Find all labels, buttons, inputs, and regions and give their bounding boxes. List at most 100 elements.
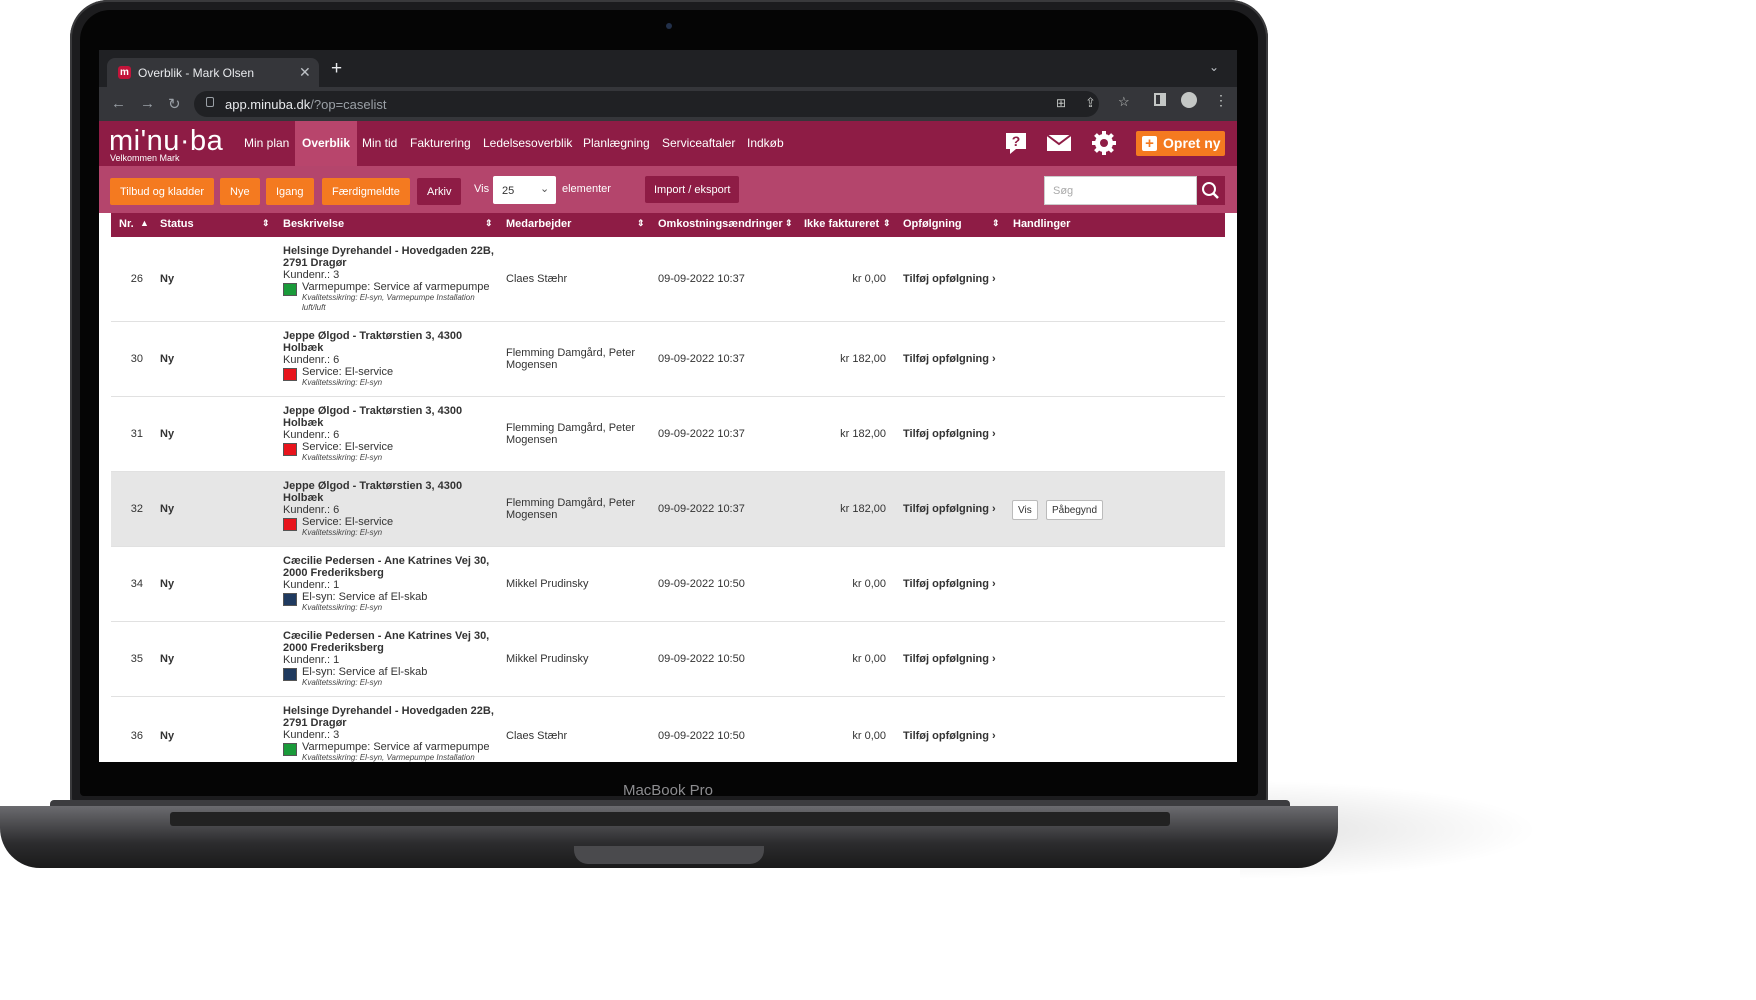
sort-icon[interactable]: ⇕ (637, 218, 645, 229)
sort-icon[interactable]: ⇕ (883, 218, 891, 229)
chevron-right-icon: › (992, 578, 996, 590)
nav-min-plan[interactable]: Min plan (244, 136, 289, 150)
address-bar[interactable]: app.minuba.dk/?op=caselist ⊞ ⇪ (194, 91, 1099, 117)
service-color-swatch (283, 518, 297, 531)
nav-min-tid[interactable]: Min tid (362, 136, 397, 150)
nav-serviceaftaler[interactable]: Serviceaftaler (662, 136, 735, 150)
customer-address: Cæcilie Pedersen - Ane Katrines Vej 30, 2… (283, 555, 490, 579)
browser-window: m Overblik - Mark Olsen ✕ + ⌄ ← → ↻ app.… (99, 50, 1237, 762)
col-beskrivelse[interactable]: Beskrivelse (283, 218, 344, 230)
reload-icon[interactable]: ↻ (168, 95, 181, 113)
col-status[interactable]: Status (160, 218, 194, 230)
case-description[interactable]: Cæcilie Pedersen - Ane Katrines Vej 30, 2… (283, 630, 498, 688)
add-followup-link[interactable]: Tilføj opfølgning › (903, 503, 996, 515)
nav-fakturering[interactable]: Fakturering (410, 136, 471, 150)
forward-arrow-icon[interactable]: → (140, 95, 155, 112)
add-followup-link[interactable]: Tilføj opfølgning › (903, 730, 996, 742)
case-description[interactable]: Helsinge Dyrehandel - Hovedgaden 22B, 279… (283, 245, 498, 313)
quality-assurance: Kvalitetssikring: El-syn (302, 453, 383, 462)
service-color-swatch (283, 368, 297, 381)
share-icon[interactable]: ⇪ (1085, 95, 1096, 111)
service-color-swatch (283, 443, 297, 456)
nav-ledelsesoverblik[interactable]: Ledelsesoverblik (483, 136, 572, 150)
sort-asc-icon[interactable]: ▲ (140, 218, 149, 228)
quality-assurance: Kvalitetssikring: El-syn (302, 678, 383, 687)
not-invoiced-amount: kr 0,00 (852, 730, 886, 742)
table-row[interactable]: 30 Ny Jeppe Ølgod - Traktørstien 3, 4300 Ho… (111, 322, 1225, 397)
search-input[interactable]: Søg (1044, 176, 1197, 205)
service-name: Service: El-service (302, 516, 394, 528)
add-followup-link[interactable]: Tilføj opfølgning › (903, 353, 996, 365)
side-panel-icon[interactable] (1154, 93, 1166, 106)
add-followup-link[interactable]: Tilføj opfølgning › (903, 428, 996, 440)
help-icon[interactable]: ? (1002, 129, 1030, 157)
browser-tab[interactable]: m Overblik - Mark Olsen ✕ (107, 58, 319, 87)
case-status: Ny (160, 730, 175, 742)
col-omkostninger[interactable]: Omkostningsændringer (658, 218, 783, 230)
new-tab-icon[interactable]: + (331, 58, 342, 80)
service-line: El-syn: Service af El-skab Kvalitetssikri… (283, 591, 498, 613)
chevron-right-icon: › (992, 503, 996, 515)
table-row[interactable]: 35 Ny Cæcilie Pedersen - Ane Katrines Vej … (111, 622, 1225, 697)
table-row[interactable]: 34 Ny Cæcilie Pedersen - Ane Katrines Vej … (111, 547, 1225, 622)
col-medarbejder[interactable]: Medarbejder (506, 218, 571, 230)
mail-icon[interactable] (1045, 129, 1073, 157)
tab-strip: m Overblik - Mark Olsen ✕ + ⌄ (99, 50, 1237, 87)
sort-icon[interactable]: ⇕ (262, 218, 270, 229)
col-handlinger: Handlinger (1013, 218, 1071, 230)
table-row[interactable]: 36 Ny Helsinge Dyrehandel - Hovedgaden 22B… (111, 697, 1225, 762)
search-icon (1202, 182, 1219, 199)
laptop-mockup: MacBook Pro m Overblik - Mark Olsen ✕ + … (0, 0, 1542, 889)
filter-arkiv-button[interactable]: Arkiv (417, 178, 462, 205)
add-followup-link[interactable]: Tilføj opfølgning › (903, 653, 996, 665)
sort-icon[interactable]: ⇕ (485, 218, 493, 229)
case-description[interactable]: Helsinge Dyrehandel - Hovedgaden 22B, 279… (283, 705, 498, 762)
app-header: mi'nu·ba Velkommen Mark Min plan Overbli… (99, 121, 1237, 166)
filter-tilbud-button[interactable]: Tilbud og kladder (110, 178, 214, 205)
import-export-button[interactable]: Import / eksport (645, 176, 740, 203)
create-new-button[interactable]: + Opret ny (1136, 131, 1225, 156)
close-tab-icon[interactable]: ✕ (299, 64, 311, 81)
filter-faerdigmeldte-button[interactable]: Færdigmeldte (322, 178, 410, 205)
case-description[interactable]: Jeppe Ølgod - Traktørstien 3, 4300 Holbæk… (283, 330, 498, 388)
employee: Flemming Damgård, Peter Mogensen (506, 422, 635, 446)
sort-icon[interactable]: ⇕ (992, 218, 1000, 229)
case-description[interactable]: Jeppe Ølgod - Traktørstien 3, 4300 Holbæk… (283, 480, 498, 538)
translate-icon[interactable]: ⊞ (1056, 96, 1066, 110)
back-arrow-icon[interactable]: ← (111, 95, 126, 112)
table-row[interactable]: 32 Ny Jeppe Ølgod - Traktørstien 3, 4300 Ho… (111, 472, 1225, 547)
nav-indkob[interactable]: Indkøb (747, 136, 784, 150)
gear-icon[interactable] (1090, 129, 1118, 157)
not-invoiced-amount: kr 182,00 (840, 428, 886, 440)
more-menu-icon[interactable]: ⋮ (1214, 92, 1228, 109)
filter-bar: Tilbud og kladder Nye Igang Færdigmeldte… (99, 166, 1237, 213)
filter-igang-button[interactable]: Igang (266, 178, 314, 205)
quality-assurance: Kvalitetssikring: El-syn, Varmepumpe Ins… (302, 293, 475, 312)
add-followup-link[interactable]: Tilføj opfølgning › (903, 273, 996, 285)
case-description[interactable]: Jeppe Ølgod - Traktørstien 3, 4300 Holbæk… (283, 405, 498, 463)
customer-address: Helsinge Dyrehandel - Hovedgaden 22B, 279… (283, 245, 494, 269)
col-opfolgning[interactable]: Opfølgning (903, 218, 962, 230)
camera-icon (666, 23, 672, 29)
table-row[interactable]: 26 Ny Helsinge Dyrehandel - Hovedgaden 22B… (111, 237, 1225, 322)
filter-nye-button[interactable]: Nye (220, 178, 260, 205)
sort-icon[interactable]: ⇕ (785, 218, 793, 229)
nav-planlaegning[interactable]: Planlægning (583, 136, 650, 150)
service-color-swatch (283, 668, 297, 681)
case-description[interactable]: Cæcilie Pedersen - Ane Katrines Vej 30, 2… (283, 555, 498, 613)
col-ikke-faktureret[interactable]: Ikke faktureret (804, 218, 879, 230)
customer-number: Kundenr.: 1 (283, 654, 340, 666)
profile-avatar-icon[interactable] (1181, 92, 1197, 108)
table-row[interactable]: 31 Ny Jeppe Ølgod - Traktørstien 3, 4300 Ho… (111, 397, 1225, 472)
add-followup-link[interactable]: Tilføj opfølgning › (903, 578, 996, 590)
nav-overblik[interactable]: Overblik (295, 121, 358, 166)
bookmark-star-icon[interactable]: ☆ (1118, 94, 1130, 110)
start-button[interactable]: Påbegynd (1046, 500, 1104, 520)
col-nr[interactable]: Nr. (119, 218, 134, 230)
view-button[interactable]: Vis (1012, 500, 1038, 520)
search-button[interactable] (1197, 176, 1225, 205)
case-status: Ny (160, 428, 175, 440)
tab-search-chevron-icon[interactable]: ⌄ (1209, 60, 1219, 74)
service-name: El-syn: Service af El-skab (302, 591, 428, 603)
page-size-select[interactable]: 25 ⌄ (493, 176, 556, 204)
